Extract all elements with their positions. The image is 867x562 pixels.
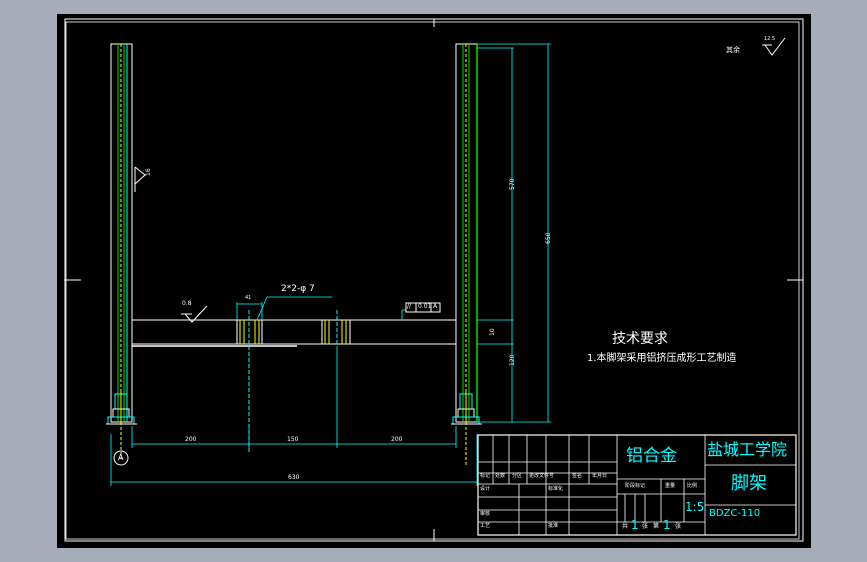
role-design: 设计 [480,486,491,492]
part-name: 脚架 [731,473,767,494]
rev-h-2: 处数 [495,473,506,479]
tech-req-item: 1.本脚架采用铝挤压成形工艺制造 [587,353,737,364]
cad-drawing-canvas [64,18,804,542]
roughness-value: 0.8 [182,300,192,307]
role-process: 工艺 [480,523,491,529]
surface-finish-value: 12.5 [764,36,776,42]
sheet-total-suffix: 张 [642,523,649,530]
dim-bottom-150: 150 [287,436,299,443]
dim-bottom-200b: 200 [391,436,403,443]
dim-570: 570 [509,178,516,190]
drawing-sheet: 其余 12.5 16 0.8 2*2-φ 7 // 0.01 A 41 570 … [57,14,811,548]
rev-h-1: 标记 [480,473,491,479]
dimension-lines [110,43,551,486]
dim-overall: 630 [288,474,300,481]
tolerance-value: 0.01 [418,303,432,310]
dim-120: 120 [509,354,516,366]
weld-value: 16 [145,168,152,176]
rev-h-4: 更改文件号 [529,473,555,479]
rev-h-5: 签名 [572,473,583,479]
drawing-number: BDZC-110 [709,508,761,519]
dim-10: 10 [489,328,496,336]
sheet-total-prefix: 共 [622,523,629,530]
role-approve: 批准 [548,523,559,529]
hole-callout: 2*2-φ 7 [281,284,315,294]
rev-h-3: 分区 [512,473,523,479]
cross-beam [131,310,456,454]
weight-label: 重量 [665,483,676,489]
right-column [455,43,478,423]
inner-frame [65,21,800,540]
school-label: 盐城工学院 [707,440,788,459]
sheet-no-suffix: 张 [675,523,682,530]
sheet-no-prefix: 第 [653,523,660,530]
scale-value: 1:5 [685,500,705,514]
dim-top-hole: 41 [245,295,252,301]
sheet-no: 1 [663,518,671,532]
role-review: 审核 [480,511,491,517]
weld-symbol [134,166,146,192]
tolerance-datum: A [433,303,438,310]
material-label: 铝合金 [626,446,677,466]
tech-req-title: 技术要求 [612,331,668,347]
ratio-label: 比例 [687,483,698,489]
surface-finish-label: 其余 [726,46,740,54]
dim-650: 650 [545,232,552,244]
outer-frame [64,18,804,542]
role-standard: 标准化 [548,486,564,492]
tolerance-symbol: // [407,303,412,310]
left-column [110,43,133,423]
sheet-total: 1 [631,518,639,532]
rev-h-6: 年月日 [592,473,608,479]
dim-bottom-200a: 200 [185,436,197,443]
stage-mark-label: 阶段标记 [625,483,646,489]
datum-label: A [118,453,124,462]
